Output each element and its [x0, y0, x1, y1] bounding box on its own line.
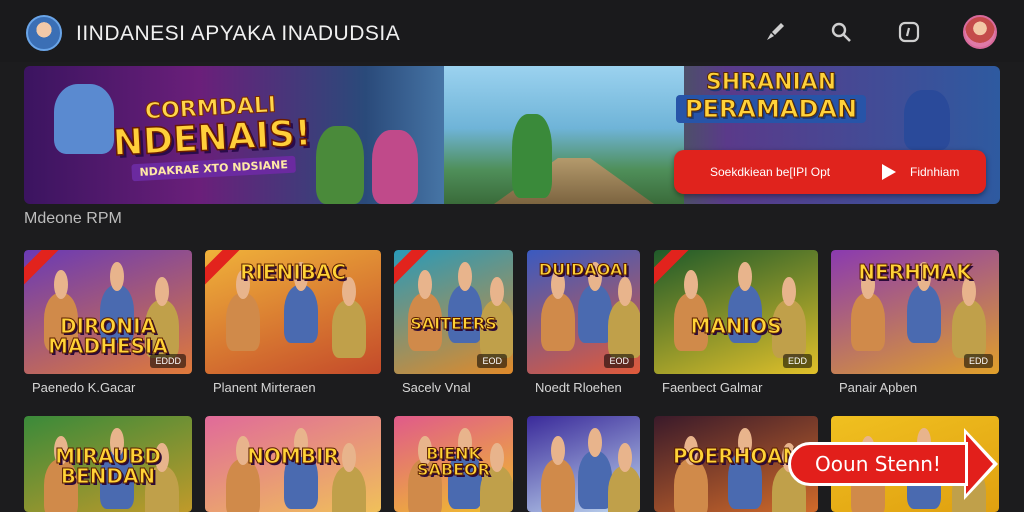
- play-icon: [882, 164, 896, 180]
- character-illustration: [608, 442, 640, 512]
- banner-game-logo: CORMDALI NDENAIS! NDAKRAE XTO NDSIANE: [110, 91, 314, 182]
- game-thumbnail[interactable]: NERHMAK EDD: [831, 250, 999, 374]
- banner-event-logo: SHRANIAN PERAMADAN: [676, 70, 866, 124]
- game-title-art: NOMBIR: [247, 444, 340, 468]
- game-thumbnail[interactable]: RIENIBAC: [205, 250, 381, 374]
- promo-banner[interactable]: CORMDALI NDENAIS! NDAKRAE XTO NDSIANE SH…: [24, 66, 1000, 204]
- chat-icon[interactable]: [896, 19, 922, 45]
- game-thumbnail[interactable]: BIENK SABEOR: [394, 416, 513, 512]
- game-card[interactable]: DUIDAOAI EOD Noedt Rloehen: [527, 250, 640, 400]
- banner-cta-label: Soekdkiean be[IPI Opt: [710, 165, 831, 179]
- game-thumbnail[interactable]: MIRAUBD BENDAN: [24, 416, 192, 512]
- section-title: Mdeone RPM: [24, 210, 122, 227]
- game-title-art: MIRAUBD BENDAN: [55, 444, 162, 488]
- game-title-art: DUIDAOAI: [538, 260, 629, 279]
- character-illustration: [904, 90, 950, 150]
- runner-character-illustration: [512, 114, 552, 198]
- game-thumbnail[interactable]: NOMBIR: [205, 416, 381, 512]
- game-thumbnail[interactable]: SAITEERS EOD: [394, 250, 513, 374]
- game-card[interactable]: BIENK SABEOR: [394, 416, 513, 512]
- character-illustration: [907, 261, 941, 343]
- character-illustration: [332, 442, 366, 512]
- character-illustration: [332, 276, 366, 358]
- game-card[interactable]: DIRONIA MADHESIA EDDD Paenedo K.Gacar: [24, 250, 192, 400]
- search-icon[interactable]: [828, 19, 854, 45]
- game-card[interactable]: RIENIBAC Planent Mirteraen: [205, 250, 381, 400]
- game-badge: EOD: [477, 354, 507, 368]
- character-illustration: [578, 427, 612, 509]
- character-illustration: [226, 269, 260, 351]
- wolf-character-illustration: [54, 84, 114, 154]
- game-card[interactable]: SAITEERS EOD Sacelv Vnal: [394, 250, 513, 400]
- banner-cta-side-label: Fidnhiam: [910, 165, 960, 179]
- top-bar: IINDANESI APYAKA INADUDSIA: [0, 0, 1024, 62]
- game-caption[interactable]: Faenbect Galmar: [662, 380, 762, 395]
- brush-icon[interactable]: [762, 19, 788, 45]
- open-game-label: Ooun Stenn!: [815, 452, 941, 476]
- game-badge: EDD: [782, 354, 812, 368]
- character-illustration: [578, 261, 612, 343]
- app-title: IINDANESI APYAKA INADUDSIA: [76, 22, 401, 45]
- app-logo-avatar[interactable]: [26, 15, 62, 51]
- game-thumbnail[interactable]: [527, 416, 640, 512]
- game-caption[interactable]: Panair Apben: [839, 380, 917, 395]
- game-thumbnail[interactable]: DIRONIA MADHESIA EDDD: [24, 250, 192, 374]
- character-illustration: [316, 126, 364, 204]
- character-illustration: [284, 261, 318, 343]
- game-caption[interactable]: Sacelv Vnal: [402, 380, 471, 395]
- game-title-art: SAITEERS: [410, 314, 497, 333]
- arrow-icon-fill: [966, 434, 993, 494]
- banner-play-button[interactable]: Soekdkiean be[IPI Opt Fidnhiam: [674, 150, 986, 194]
- game-caption[interactable]: Paenedo K.Gacar: [32, 380, 135, 395]
- game-card[interactable]: NERHMAK EDD Panair Apben: [831, 250, 999, 400]
- game-title-art: DIRONIA MADHESIA: [48, 314, 169, 358]
- game-title-art: BIENK SABEOR: [417, 444, 491, 479]
- game-caption[interactable]: Planent Mirteraen: [213, 380, 316, 395]
- character-illustration: [952, 276, 986, 358]
- game-thumbnail[interactable]: MANIOS EDD: [654, 250, 818, 374]
- open-game-button[interactable]: Ooun Stenn!: [788, 428, 1000, 500]
- game-badge: EDD: [963, 354, 993, 368]
- character-illustration: [608, 276, 640, 358]
- game-badge: EDDD: [150, 354, 186, 368]
- game-title-art: NERHMAK: [858, 260, 972, 284]
- character-illustration: [372, 130, 418, 204]
- game-thumbnail[interactable]: DUIDAOAI EOD: [527, 250, 640, 374]
- game-card[interactable]: MIRAUBD BENDAN: [24, 416, 192, 512]
- character-illustration: [541, 435, 575, 512]
- game-card[interactable]: MANIOS EDD Faenbect Galmar: [654, 250, 818, 400]
- game-title-art: RIENIBAC: [239, 260, 347, 284]
- game-title-art: MANIOS: [690, 314, 782, 338]
- character-illustration: [541, 269, 575, 351]
- user-avatar[interactable]: [963, 15, 997, 49]
- game-caption[interactable]: Noedt Rloehen: [535, 380, 622, 395]
- game-card[interactable]: [527, 416, 640, 512]
- open-game-button-body[interactable]: Ooun Stenn!: [788, 442, 968, 486]
- game-card[interactable]: NOMBIR: [205, 416, 381, 512]
- game-badge: EOD: [604, 354, 634, 368]
- character-illustration: [851, 269, 885, 351]
